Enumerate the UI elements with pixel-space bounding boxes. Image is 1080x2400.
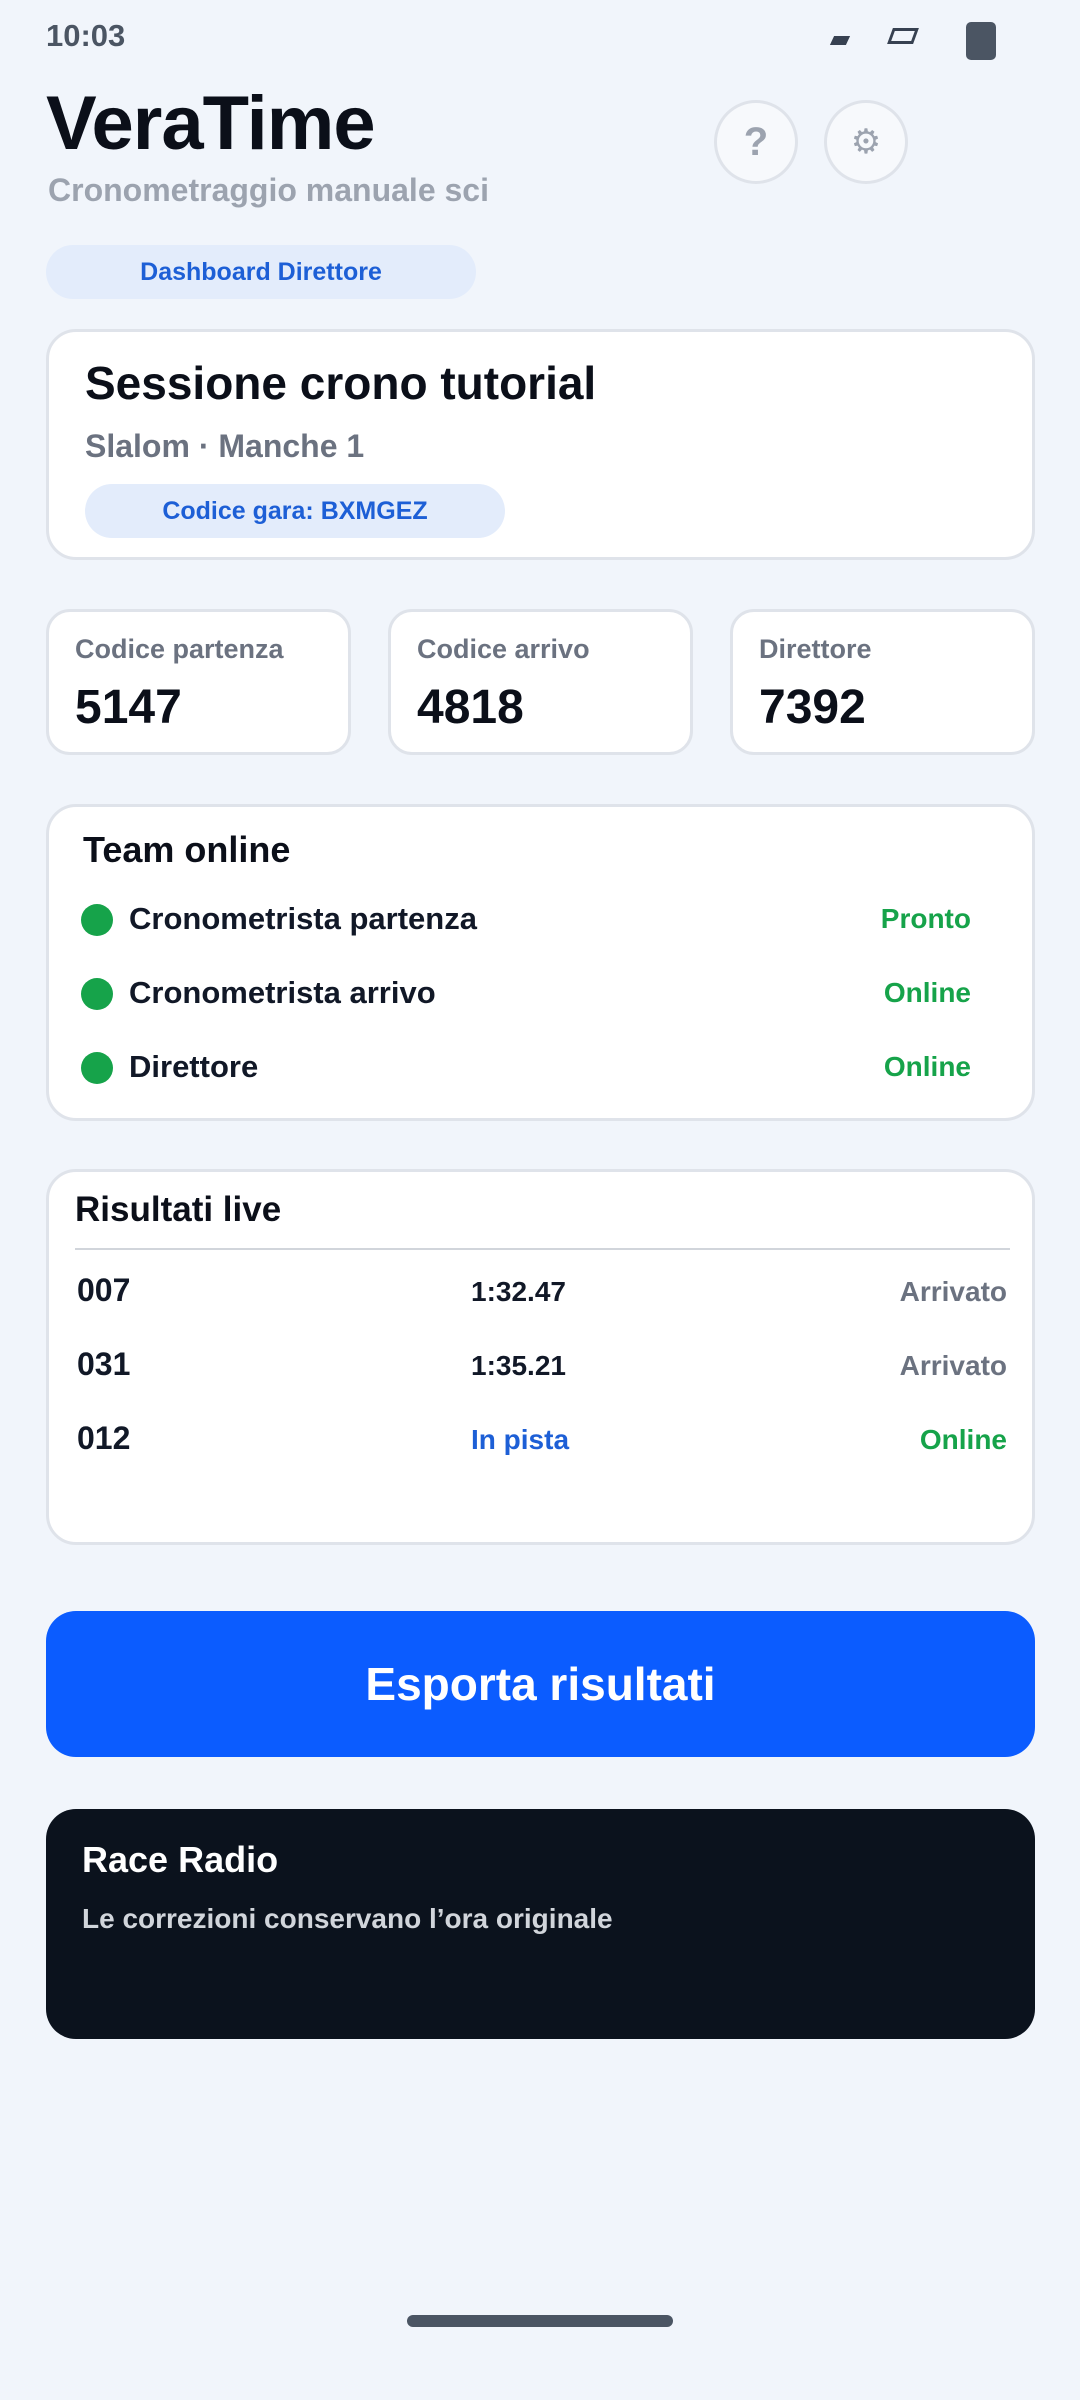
bib-number: 031 xyxy=(77,1346,131,1382)
help-icon: ? xyxy=(743,119,769,164)
run-time: 1:32.47 xyxy=(471,1276,566,1307)
team-online-card: Team online Cronometrista partenza Pront… xyxy=(46,804,1035,1121)
code-label: Codice partenza xyxy=(75,634,284,664)
signal-icon xyxy=(829,36,851,45)
run-status: Online xyxy=(919,1424,1007,1455)
code-label: Direttore xyxy=(759,634,872,664)
radio-title: Race Radio xyxy=(82,1839,279,1880)
team-member-status: Online xyxy=(883,1051,971,1082)
run-time: In pista xyxy=(471,1424,570,1455)
team-member-row: Direttore Online xyxy=(81,1049,971,1089)
export-results-button[interactable]: Esporta risultati xyxy=(46,1611,1035,1757)
code-value: 5147 xyxy=(75,681,182,734)
finish-code-card: Codice arrivo 4818 xyxy=(388,609,693,755)
table-row[interactable]: 012 In pista Online xyxy=(77,1420,1007,1460)
session-card: Sessione crono tutorial Slalom · Manche … xyxy=(46,329,1035,560)
director-code-card: Direttore 7392 xyxy=(730,609,1035,755)
bib-number: 012 xyxy=(77,1420,131,1456)
team-title: Team online xyxy=(83,829,291,870)
race-code-badge: Codice gara: BXMGEZ xyxy=(85,484,505,538)
results-title: Risultati live xyxy=(75,1190,282,1229)
team-member-row: Cronometrista partenza Pronto xyxy=(81,901,971,941)
bib-number: 007 xyxy=(77,1272,131,1308)
home-indicator[interactable] xyxy=(407,2315,673,2327)
run-status: Arrivato xyxy=(899,1276,1007,1307)
code-value: 4818 xyxy=(417,681,524,734)
run-status: Arrivato xyxy=(899,1350,1007,1381)
radio-message: Le correzioni conservano l’ora originale xyxy=(82,1903,613,1934)
settings-button[interactable]: ⚙ xyxy=(824,100,908,184)
online-dot-icon xyxy=(81,904,113,936)
app-title: VeraTime xyxy=(46,81,376,166)
help-button[interactable]: ? xyxy=(714,100,798,184)
status-time: 10:03 xyxy=(46,18,126,53)
wifi-icon xyxy=(887,28,919,44)
code-value: 7392 xyxy=(759,681,866,734)
table-row[interactable]: 031 1:35.21 Arrivato xyxy=(77,1346,1007,1386)
team-member-row: Cronometrista arrivo Online xyxy=(81,975,971,1015)
battery-icon xyxy=(966,22,996,60)
app-subtitle: Cronometraggio manuale sci xyxy=(48,172,489,208)
race-radio-card: Race Radio Le correzioni conservano l’or… xyxy=(46,1809,1035,2039)
session-subtitle: Slalom · Manche 1 xyxy=(85,428,365,464)
results-divider xyxy=(75,1248,1010,1250)
team-member-status: Pronto xyxy=(880,903,971,934)
start-code-card: Codice partenza 5147 xyxy=(46,609,351,755)
session-title: Sessione crono tutorial xyxy=(85,357,597,409)
online-dot-icon xyxy=(81,978,113,1010)
team-member-name: Cronometrista partenza xyxy=(129,901,477,936)
team-member-name: Direttore xyxy=(129,1049,259,1084)
gear-icon: ⚙ xyxy=(850,123,882,161)
online-dot-icon xyxy=(81,1052,113,1084)
run-time: 1:35.21 xyxy=(471,1350,566,1381)
dashboard-badge: Dashboard Direttore xyxy=(46,245,476,299)
team-member-name: Cronometrista arrivo xyxy=(129,975,436,1010)
code-label: Codice arrivo xyxy=(417,634,590,664)
live-results-card: Risultati live 007 1:32.47 Arrivato 031 … xyxy=(46,1169,1035,1545)
table-row[interactable]: 007 1:32.47 Arrivato xyxy=(77,1272,1007,1312)
team-member-status: Online xyxy=(883,977,971,1008)
